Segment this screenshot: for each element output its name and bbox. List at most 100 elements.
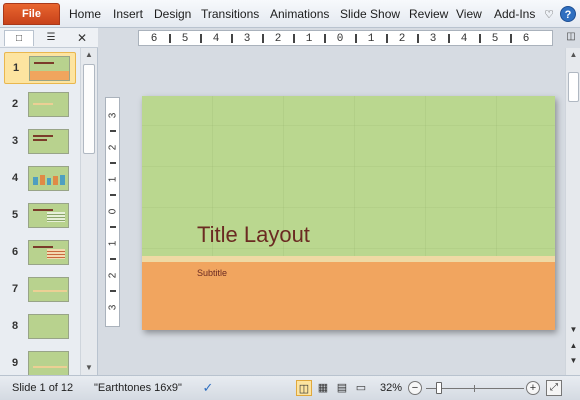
ruler-tick-mark bbox=[200, 34, 202, 43]
editor-scrollbar[interactable]: ▲ ▼ ▲ ▼ bbox=[565, 48, 580, 375]
spell-check-icon[interactable]: ✓ bbox=[200, 380, 216, 396]
ruler-tick-mark bbox=[231, 34, 233, 43]
slide-thumbnail-image bbox=[28, 240, 69, 265]
slide-number: 4 bbox=[11, 172, 19, 184]
horizontal-ruler: 6 5 4 3 2 1 0 1 2 3 4 5 6 bbox=[138, 30, 553, 46]
theme-name: "Earthtones 16x9" bbox=[94, 382, 182, 394]
ruler-tick-label: 2 bbox=[107, 144, 119, 151]
tab-slide-show[interactable]: Slide Show bbox=[340, 7, 400, 21]
slide-thumbnail-4[interactable]: 4 bbox=[4, 163, 76, 195]
previous-slide-icon[interactable]: ▲ bbox=[567, 341, 580, 351]
tab-outline-icon[interactable]: ☰ bbox=[36, 30, 66, 46]
slides-panel: □ ☰ ✕ 1 2 3 4 5 6 7 8 9 ▲ ▼ bbox=[0, 28, 98, 375]
slide-thumbnail-image bbox=[28, 314, 69, 339]
tab-design[interactable]: Design bbox=[154, 7, 191, 21]
panel-scrollbar[interactable]: ▲ ▼ bbox=[80, 48, 97, 375]
slide-canvas[interactable]: Title Layout Subtitle bbox=[142, 96, 555, 330]
tab-review[interactable]: Review bbox=[409, 7, 448, 21]
ruler-tick-label: 5 bbox=[181, 33, 189, 45]
scroll-up-icon[interactable]: ▲ bbox=[83, 50, 95, 60]
tab-insert[interactable]: Insert bbox=[113, 7, 143, 21]
fit-to-window-icon[interactable]: ⤢ bbox=[546, 380, 562, 396]
ruler-tick-mark bbox=[110, 194, 116, 196]
next-slide-icon[interactable]: ▼ bbox=[567, 356, 580, 366]
slide-show-icon[interactable]: ▭ bbox=[353, 380, 369, 396]
ruler-tick-mark bbox=[110, 258, 116, 260]
slide-thumbnail-9[interactable]: 9 bbox=[4, 348, 76, 375]
zoom-slider-thumb[interactable] bbox=[436, 382, 442, 394]
tab-add-ins[interactable]: Add-Ins bbox=[494, 7, 535, 21]
ruler-tick-label: 6 bbox=[150, 33, 158, 45]
minimize-ribbon-chevron-icon[interactable]: ♡ bbox=[544, 8, 554, 21]
ruler-tick-label: 4 bbox=[212, 33, 220, 45]
slide-number: 1 bbox=[12, 62, 20, 74]
ruler-tick-mark bbox=[355, 34, 357, 43]
ruler-tick-mark bbox=[110, 130, 116, 132]
slide-thumbnail-image bbox=[28, 166, 69, 191]
scroll-thumb[interactable] bbox=[568, 72, 579, 102]
slide-sorter-icon[interactable]: ▦ bbox=[315, 380, 331, 396]
slide-thumbnail-7[interactable]: 7 bbox=[4, 274, 76, 306]
ribbon-tab-bar: File Home Insert Design Transitions Anim… bbox=[0, 0, 580, 28]
slide-title[interactable]: Title Layout bbox=[197, 222, 310, 248]
scroll-down-icon[interactable]: ▼ bbox=[83, 363, 95, 373]
normal-view-icon[interactable]: ◫ bbox=[296, 380, 312, 396]
status-bar: Slide 1 of 12 "Earthtones 16x9" ✓ ◫ ▦ ▤ … bbox=[0, 375, 580, 400]
ruler-tick-mark bbox=[479, 34, 481, 43]
zoom-level[interactable]: 32% bbox=[380, 382, 402, 394]
zoom-in-icon[interactable]: + bbox=[526, 381, 540, 395]
ruler-tick-label: 6 bbox=[522, 33, 530, 45]
scroll-down-icon[interactable]: ▼ bbox=[567, 325, 580, 335]
slide-number: 6 bbox=[11, 246, 19, 258]
ruler-tick-mark bbox=[262, 34, 264, 43]
tab-home[interactable]: Home bbox=[69, 7, 101, 21]
ruler-tick-label: 2 bbox=[274, 33, 282, 45]
slide-number: 3 bbox=[11, 135, 19, 147]
ruler-tick-label: 3 bbox=[107, 304, 119, 311]
file-tab[interactable]: File bbox=[3, 3, 60, 25]
tab-transitions[interactable]: Transitions bbox=[201, 7, 259, 21]
ruler-tick-mark bbox=[510, 34, 512, 43]
ruler-tick-mark bbox=[293, 34, 295, 43]
slide-thumbnail-6[interactable]: 6 bbox=[4, 237, 76, 269]
slide-thumbnail-image bbox=[28, 203, 69, 228]
ruler-tick-mark bbox=[417, 34, 419, 43]
slide-editing-area: 6 5 4 3 2 1 0 1 2 3 4 5 6 ◫ 3 2 1 0 1 2 3 Title Layout Sub… bbox=[98, 28, 580, 375]
ruler-tick-label: 3 bbox=[243, 33, 251, 45]
slide-number: 2 bbox=[11, 98, 19, 110]
ruler-tick-label: 3 bbox=[429, 33, 437, 45]
close-panel-icon[interactable]: ✕ bbox=[72, 30, 92, 46]
vertical-ruler: 3 2 1 0 1 2 3 bbox=[105, 97, 120, 327]
slide-thumbnail-5[interactable]: 5 bbox=[4, 200, 76, 232]
slide-thumbnail-image bbox=[28, 351, 69, 375]
ruler-tick-label: 1 bbox=[305, 33, 313, 45]
ruler-tick-label: 2 bbox=[107, 272, 119, 279]
ruler-tick-mark bbox=[448, 34, 450, 43]
scroll-up-icon[interactable]: ▲ bbox=[568, 50, 579, 60]
ruler-tick-mark bbox=[110, 290, 116, 292]
slide-thumbnail-3[interactable]: 3 bbox=[4, 126, 76, 158]
ruler-tick-mark bbox=[169, 34, 171, 43]
slide-count: Slide 1 of 12 bbox=[12, 382, 74, 394]
slide-thumbnail-image bbox=[28, 277, 69, 302]
ruler-tick-label: 0 bbox=[107, 208, 119, 215]
zoom-out-icon[interactable]: − bbox=[408, 381, 422, 395]
reading-view-icon[interactable]: ▤ bbox=[334, 380, 350, 396]
tab-slides-icon[interactable]: □ bbox=[4, 30, 34, 46]
ruler-tick-label: 1 bbox=[107, 176, 119, 183]
slide-subtitle[interactable]: Subtitle bbox=[197, 268, 227, 278]
ribbon-controls: ♡ ? bbox=[544, 4, 576, 24]
scroll-thumb[interactable] bbox=[83, 64, 95, 154]
slide-thumbnail-1[interactable]: 1 bbox=[4, 52, 76, 84]
slide-thumbnail-image bbox=[28, 92, 69, 117]
slide-thumbnail-8[interactable]: 8 bbox=[4, 311, 76, 343]
panel-tabs: □ ☰ ✕ bbox=[0, 28, 98, 48]
help-icon[interactable]: ? bbox=[560, 6, 576, 22]
tab-view[interactable]: View bbox=[456, 7, 482, 21]
tab-animations[interactable]: Animations bbox=[270, 7, 329, 21]
ruler-tick-label: 0 bbox=[336, 33, 344, 45]
slide-thumbnail-2[interactable]: 2 bbox=[4, 89, 76, 121]
ruler-tick-label: 1 bbox=[107, 240, 119, 247]
ruler-corner-icon: ◫ bbox=[566, 31, 576, 42]
ruler-tick-mark bbox=[110, 162, 116, 164]
